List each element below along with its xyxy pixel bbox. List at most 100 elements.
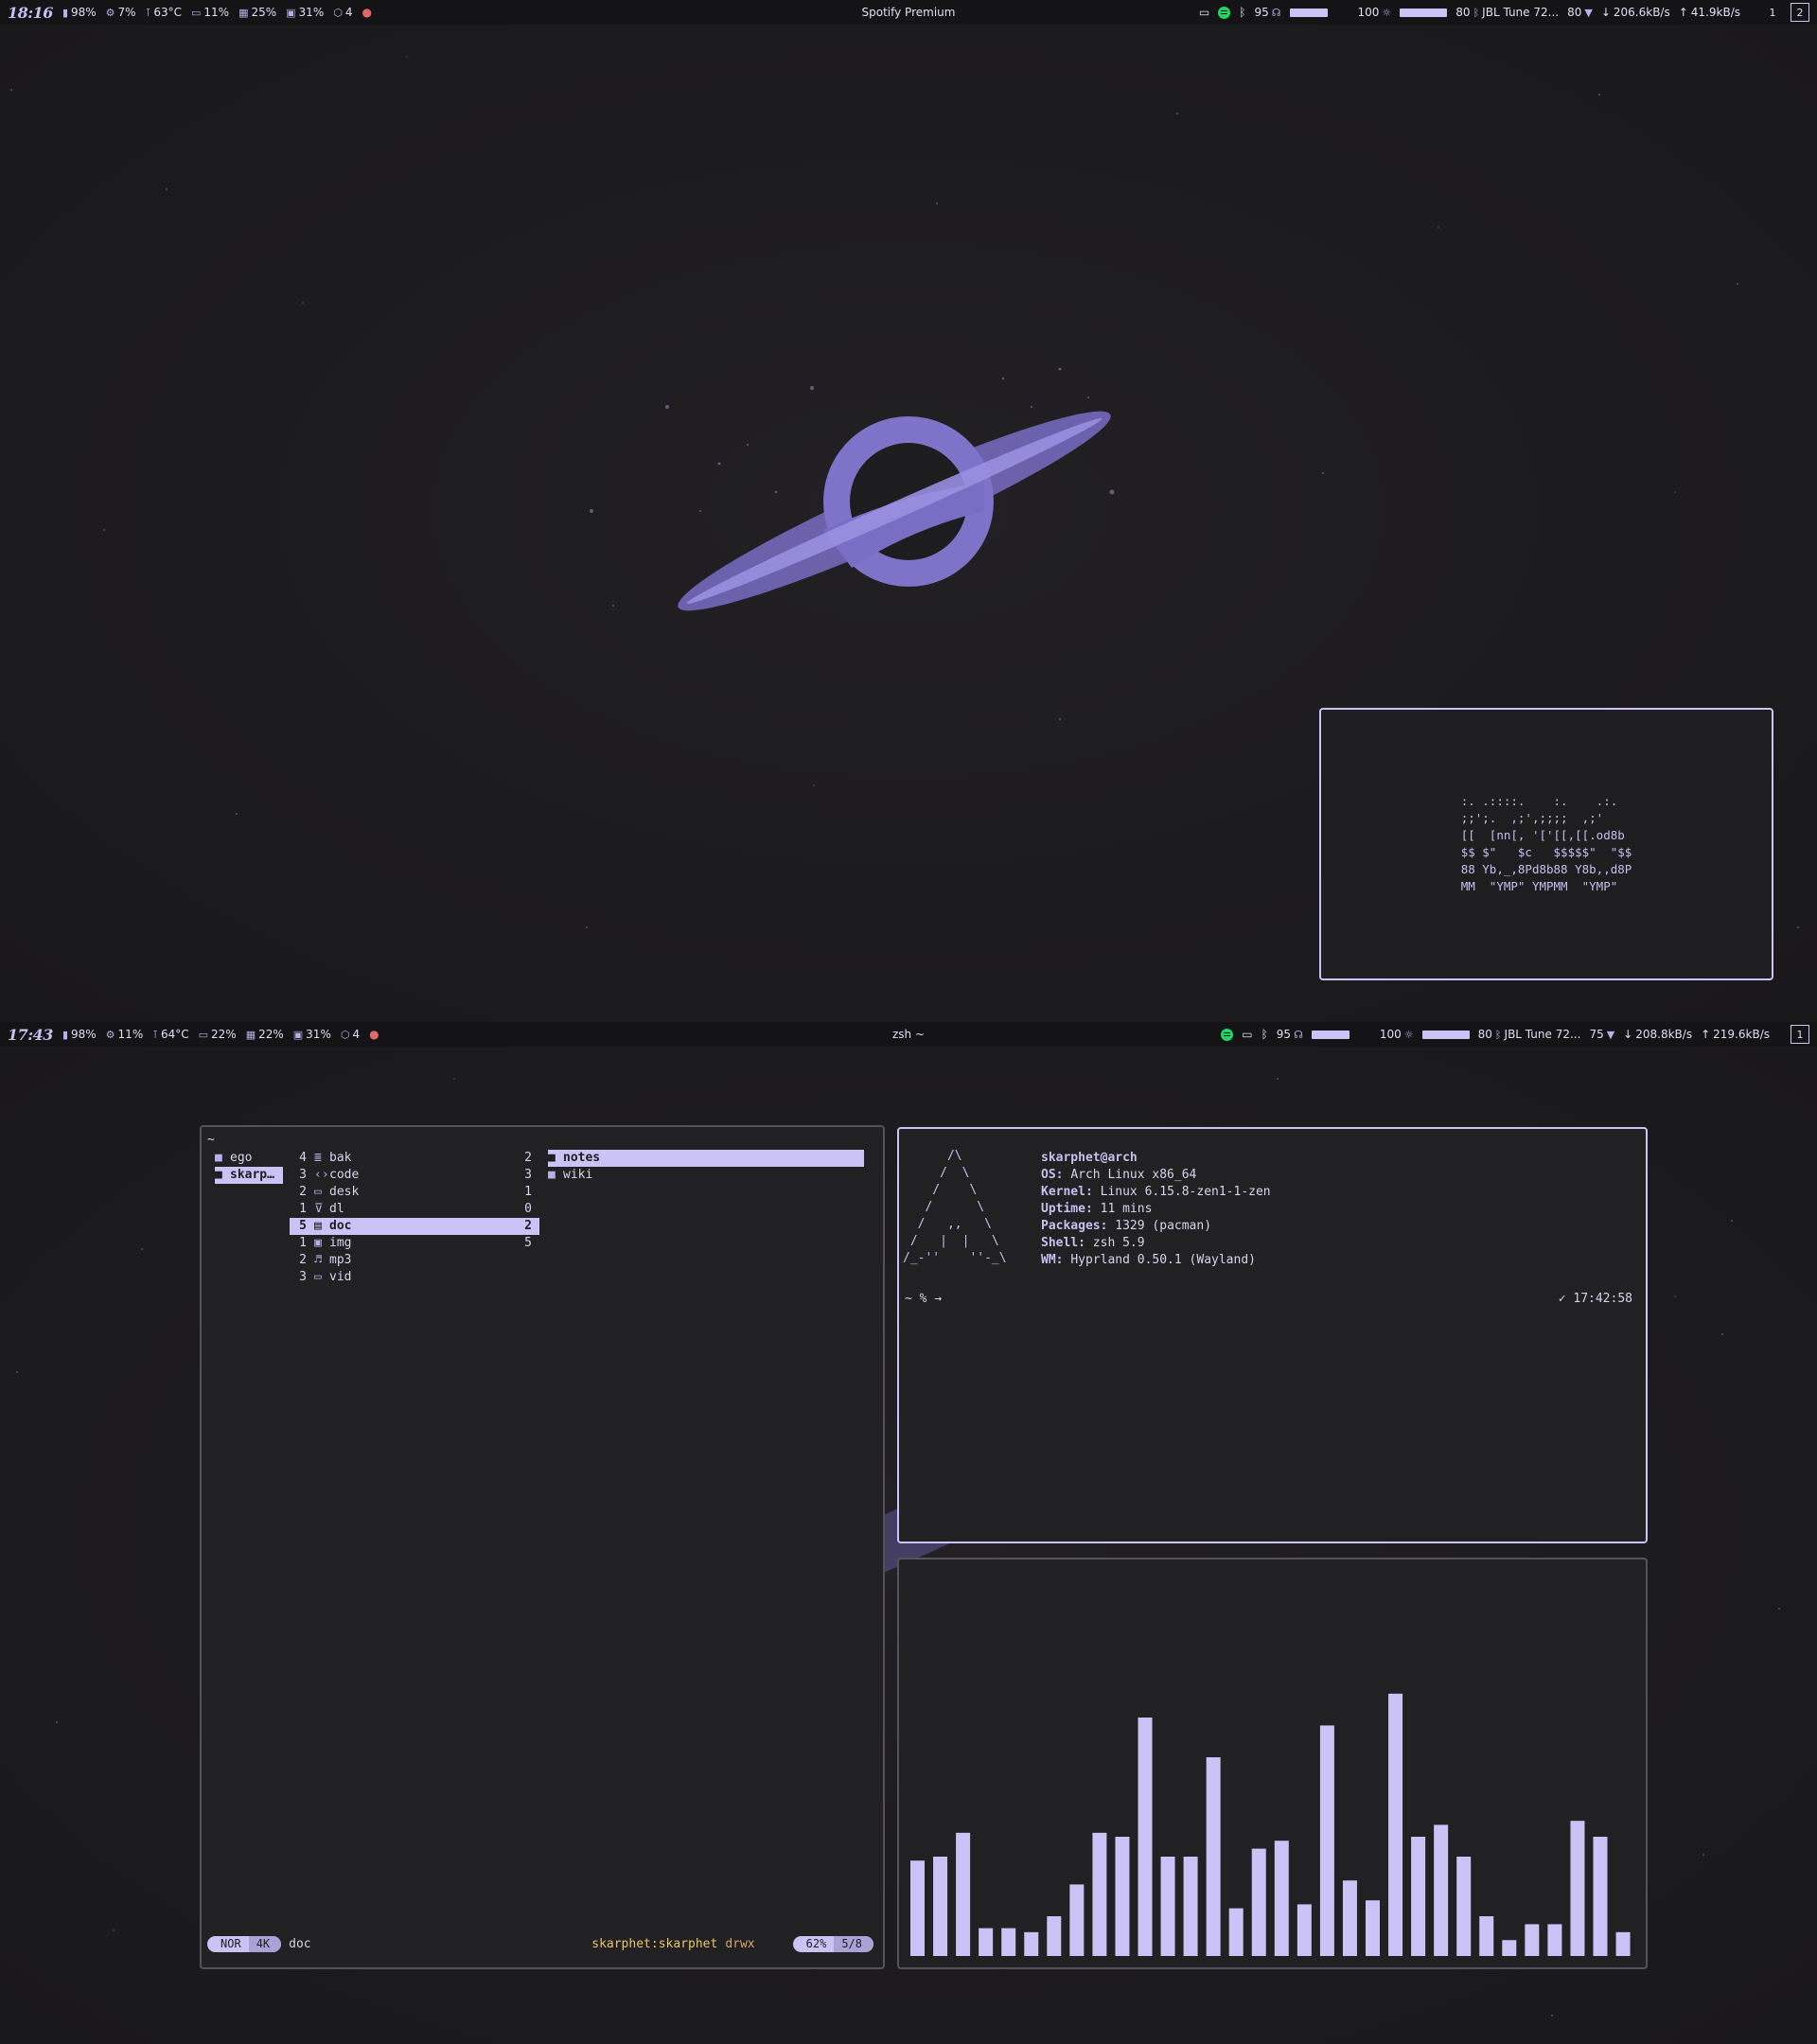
file-manager-window[interactable]: ~ ■ ego ■ skarp… 4 ≣ bak 2 3 ‹› code 3 2 ▭ desk 1 1…: [200, 1125, 885, 1969]
battery-icon: ▮: [62, 6, 68, 19]
workspace-1[interactable]: 1: [1791, 1025, 1809, 1044]
arch-logo: /\ / \ / \ / \ / ,, \ / | | \ /_-'' ''-_…: [903, 1149, 1007, 1265]
terminal-window[interactable]: /\ / \ / \ / \ / ,, \ / | | \ /_-'' ''-_…: [897, 1127, 1648, 1543]
updates-module[interactable]: ⬡ 4: [341, 1028, 360, 1041]
arrow-down-icon: ↓: [1623, 1028, 1633, 1041]
list-item[interactable]: ■ ego: [215, 1150, 283, 1167]
list-item[interactable]: ■ wiki: [548, 1167, 864, 1184]
volume-module[interactable]: 95 ☊: [1254, 6, 1280, 19]
brightness-slider[interactable]: [1400, 8, 1448, 17]
list-item[interactable]: 3 ‹› code 3: [290, 1167, 539, 1184]
headphones-icon: ☊: [1271, 6, 1281, 19]
brightness-icon: ☼: [1403, 1028, 1414, 1041]
arrow-down-icon: ↓: [1600, 6, 1611, 19]
system-info: skarphet@arch OS: Arch Linux x86_64 Kern…: [1041, 1150, 1271, 1269]
volume-slider[interactable]: [1311, 1030, 1350, 1039]
list-item[interactable]: 1 ⊽ dl 0: [290, 1201, 539, 1218]
wifi-module[interactable]: 80 ▼: [1567, 6, 1593, 19]
display-module[interactable]: ▭ 11%: [191, 6, 229, 19]
position-indicator: 62% 5/8: [792, 1935, 873, 1952]
net-down: ↓ 208.8kB/s: [1623, 1028, 1693, 1041]
brightness-module[interactable]: 100 ☼: [1358, 6, 1392, 19]
updates-module[interactable]: ⬡ 4: [333, 6, 352, 19]
volume-slider[interactable]: [1289, 8, 1328, 17]
music-icon: ♬: [314, 1253, 322, 1267]
desktop-top: 18:16 ▮ 98% ⚙ 7% ⊺ 63°C ▭ 11% ▦ 25% ▣ 31% ⬡ 4 ●…: [0, 0, 1817, 1022]
desktop-bottom: 17:43 ▮ 98% ⚙ 11% ⊺ 64°C ▭ 22% ▦ 22% ▣ 31% ⬡ 4 …: [0, 1022, 1817, 2044]
visualizer-bar: [1366, 1900, 1380, 1956]
arrow-up-icon: ↑: [1678, 6, 1688, 19]
disk-module[interactable]: ▣ 31%: [293, 1028, 331, 1041]
net-up: ↑ 219.6kB/s: [1701, 1028, 1770, 1041]
volume-module[interactable]: 95 ☊: [1277, 1028, 1303, 1041]
shell-prompt[interactable]: ~ % →: [905, 1292, 942, 1306]
folder-icon: ■: [215, 1168, 222, 1182]
window-title: Spotify Premium: [861, 6, 956, 19]
spotify-icon[interactable]: [1218, 6, 1231, 19]
cpu-module[interactable]: ⚙ 7%: [106, 6, 136, 19]
list-item[interactable]: 4 ≣ bak 2: [290, 1150, 539, 1167]
visualizer-bar: [1274, 1841, 1289, 1956]
battery-module[interactable]: ▮ 98%: [62, 1028, 97, 1041]
visualizer-bar: [933, 1857, 948, 1956]
bluetooth-icon[interactable]: ᛒ: [1261, 1028, 1268, 1041]
parent-directory-column: ■ ego ■ skarp…: [215, 1150, 283, 1184]
list-item[interactable]: 3 ▭ vid: [290, 1269, 539, 1286]
list-item-selected[interactable]: 5 ▤ doc 2: [290, 1218, 539, 1235]
clock[interactable]: 17:43: [8, 1026, 53, 1044]
top-status-bar: 18:16 ▮ 98% ⚙ 7% ⊺ 63°C ▭ 11% ▦ 25% ▣ 31% ⬡ 4 ●…: [0, 0, 1817, 25]
list-item[interactable]: 2 ♬ mp3: [290, 1252, 539, 1269]
net-up: ↑ 41.9kB/s: [1678, 6, 1740, 19]
list-item-selected[interactable]: ■ notes: [548, 1150, 864, 1167]
microphone-icon[interactable]: ●: [369, 1028, 379, 1041]
tray-icon[interactable]: ▭: [1242, 1028, 1252, 1041]
list-item[interactable]: 2 ▭ desk 1: [290, 1184, 539, 1201]
memory-module[interactable]: ▦ 25%: [238, 6, 276, 19]
net-down: ↓ 206.6kB/s: [1600, 6, 1670, 19]
bluetooth-icon[interactable]: ᛒ: [1239, 6, 1245, 19]
visualizer-bar: [1593, 1837, 1608, 1956]
window-title: zsh ~: [891, 1028, 926, 1041]
bluetooth-device-module[interactable]: 80 ᛒ JBL Tune 72...: [1478, 1028, 1581, 1041]
wifi-module[interactable]: 75 ▼: [1589, 1028, 1614, 1041]
tray-icon[interactable]: ▭: [1199, 6, 1209, 19]
temperature-icon: ⊺: [152, 1028, 158, 1041]
cpu-module[interactable]: ⚙ 11%: [106, 1028, 144, 1041]
temperature-module[interactable]: ⊺ 63°C: [146, 6, 182, 19]
headphones-icon: ☊: [1294, 1028, 1303, 1041]
visualizer-bar: [956, 1832, 971, 1956]
bottom-status-bar: 17:43 ▮ 98% ⚙ 11% ⊺ 64°C ▭ 22% ▦ 22% ▣ 31% ⬡ 4 …: [0, 1022, 1817, 1047]
audio-visualizer-window[interactable]: [897, 1558, 1648, 1969]
brightness-module[interactable]: 100 ☼: [1380, 1028, 1414, 1041]
updates-icon: ⬡: [333, 6, 343, 19]
visualizer-bar: [979, 1928, 994, 1956]
workspace-1[interactable]: 1: [1763, 3, 1782, 22]
mode-indicator: NOR 4K: [207, 1935, 282, 1952]
current-path: ~: [207, 1133, 215, 1147]
disk-module[interactable]: ▣ 31%: [286, 6, 324, 19]
folder-icon: ■: [548, 1151, 556, 1165]
code-icon: ‹›: [314, 1168, 329, 1182]
gpu-module[interactable]: ▭ 22%: [199, 1028, 237, 1041]
folder-icon: ■: [215, 1151, 222, 1165]
brightness-slider[interactable]: [1421, 1030, 1470, 1039]
updates-icon: ⬡: [340, 1028, 350, 1041]
visualizer-bar: [1570, 1821, 1585, 1956]
memory-module[interactable]: ▦ 22%: [246, 1028, 284, 1041]
list-item-selected[interactable]: ■ skarp…: [215, 1167, 283, 1184]
display-icon: ▭: [190, 6, 202, 19]
disk-icon: ▣: [292, 1028, 304, 1041]
clock[interactable]: 18:16: [8, 4, 53, 22]
visualizer-bar: [1183, 1857, 1198, 1956]
bluetooth-device-module[interactable]: 80 ᛒ JBL Tune 72...: [1455, 6, 1559, 19]
spotify-icon[interactable]: [1221, 1028, 1234, 1041]
preview-column: ■ notes ■ wiki: [548, 1150, 864, 1184]
temperature-module[interactable]: ⊺ 64°C: [152, 1028, 188, 1041]
microphone-icon[interactable]: ●: [362, 6, 371, 19]
workspace-2[interactable]: 2: [1791, 3, 1809, 22]
folder-icon: ■: [548, 1168, 556, 1182]
battery-module[interactable]: ▮ 98%: [62, 6, 97, 19]
visualizer-bar: [1206, 1757, 1221, 1956]
list-item[interactable]: 1 ▣ img 5: [290, 1235, 539, 1252]
visualizer-bar: [1615, 1931, 1631, 1956]
